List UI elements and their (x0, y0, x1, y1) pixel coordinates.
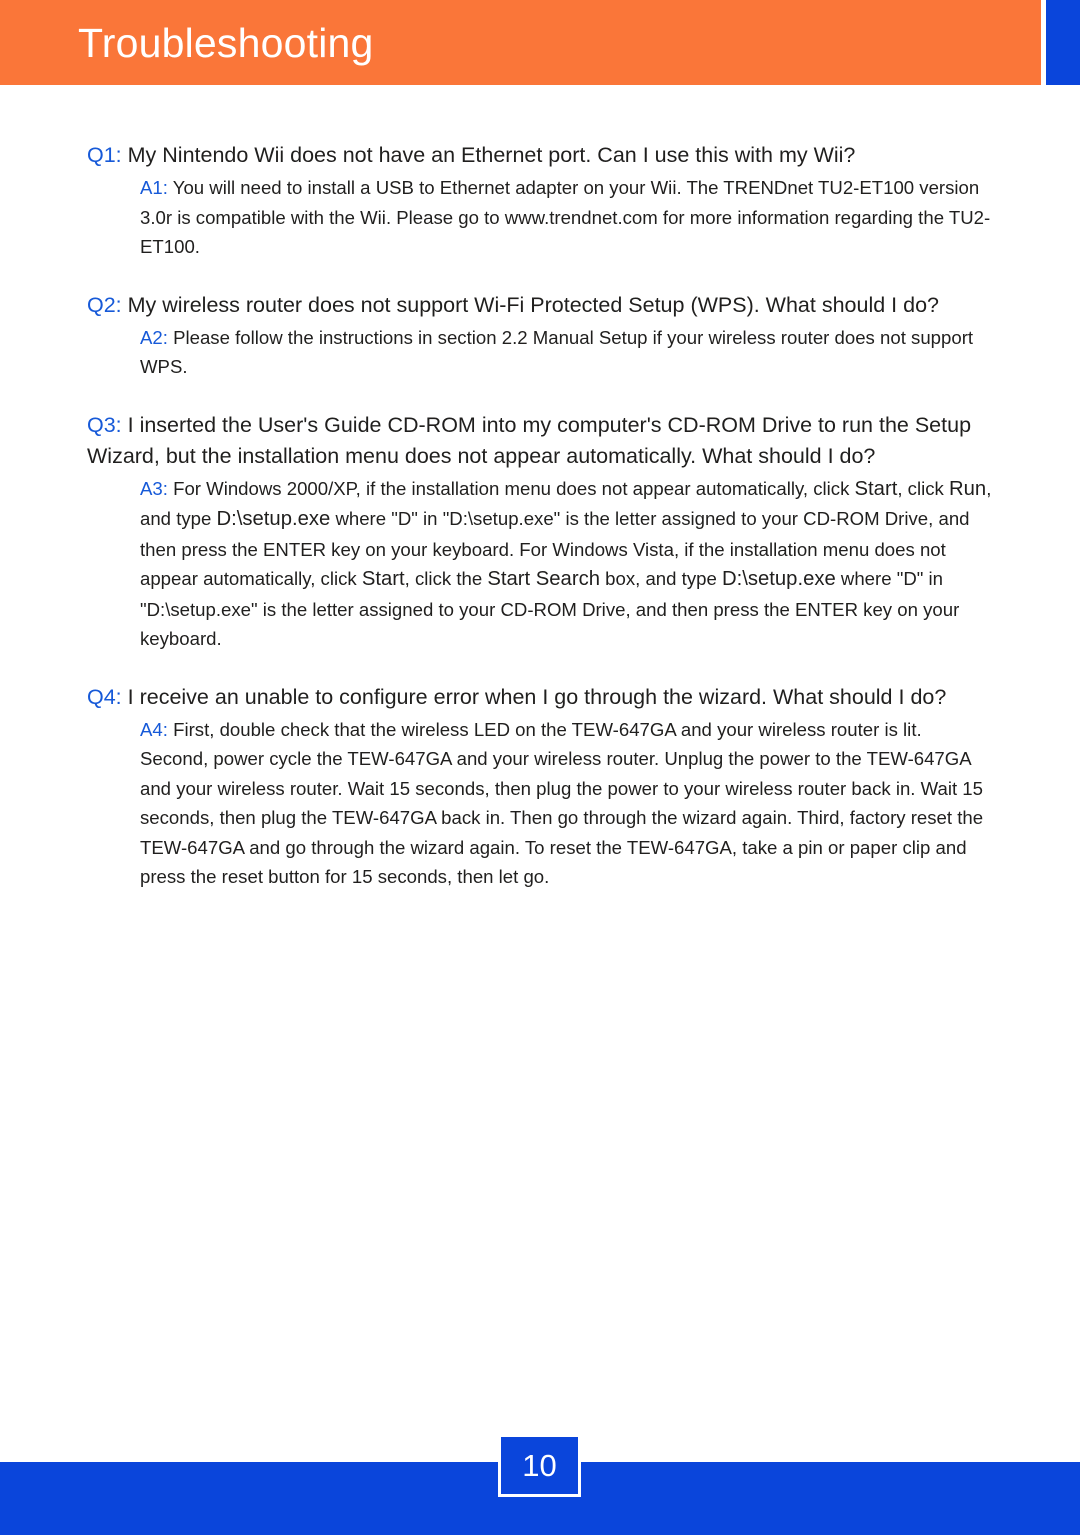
page-number-box: 10 (498, 1434, 581, 1497)
faq-question: Q3: I inserted the User's Guide CD-ROM i… (0, 410, 1080, 472)
answer-text-part: , click (897, 477, 949, 499)
ui-term-start: Start (361, 568, 405, 590)
answer-label: A4: (140, 718, 168, 740)
faq-question: Q4: I receive an unable to configure err… (0, 682, 1080, 713)
header-blue-accent-bar (1046, 0, 1080, 85)
answer-text-part: box, and type (599, 568, 722, 589)
answer-text-part: For Windows 2000/XP, if the installation… (167, 477, 855, 499)
faq-list: Q1: My Nintendo Wii does not have an Eth… (0, 140, 1080, 892)
question-label: Q1: (87, 143, 122, 167)
question-text: I inserted the User's Guide CD-ROM into … (87, 412, 972, 468)
question-label: Q4: (87, 684, 122, 709)
question-label: Q2: (87, 292, 122, 317)
faq-answer: A3: For Windows 2000/XP, if the installa… (0, 472, 1080, 654)
troubleshooting-content: Q1: My Nintendo Wii does not have an Eth… (0, 85, 1080, 892)
faq-question: Q1: My Nintendo Wii does not have an Eth… (0, 140, 1080, 171)
question-label: Q3: (87, 412, 122, 437)
faq-answer: A4: First, double check that the wireles… (0, 713, 1080, 892)
faq-answer: A1: You will need to install a USB to Et… (0, 171, 1080, 262)
page-header: Troubleshooting (0, 0, 1080, 85)
answer-text: Please follow the instructions in sectio… (140, 326, 974, 378)
faq-answer: A2: Please follow the instructions in se… (0, 321, 1080, 382)
faq-question: Q2: My wireless router does not support … (0, 290, 1080, 321)
ui-term-start: Start (854, 477, 898, 500)
page-title: Troubleshooting (78, 20, 374, 66)
faq-item: Q1: My Nintendo Wii does not have an Eth… (0, 140, 1080, 262)
answer-text-part: , click the (404, 568, 488, 589)
ui-term-start-search: Start Search (487, 568, 600, 590)
answer-text: You will need to install a USB to Ethern… (140, 177, 991, 257)
answer-label: A2: (140, 326, 168, 348)
ui-term-run: Run (949, 477, 987, 500)
page-number: 10 (522, 1448, 557, 1483)
answer-label: A1: (140, 177, 168, 198)
question-text: My wireless router does not support Wi-F… (121, 292, 939, 317)
faq-item: Q2: My wireless router does not support … (0, 290, 1080, 382)
faq-item: Q3: I inserted the User's Guide CD-ROM i… (0, 410, 1080, 654)
ui-term-setup-path: D:\setup.exe (721, 568, 836, 590)
answer-label: A3: (140, 477, 168, 499)
question-text: My Nintendo Wii does not have an Etherne… (121, 143, 856, 167)
page-footer: 10 (0, 1420, 1080, 1535)
faq-item: Q4: I receive an unable to configure err… (0, 682, 1080, 892)
question-text: I receive an unable to configure error w… (121, 684, 947, 709)
answer-text: First, double check that the wireless LE… (140, 718, 984, 888)
ui-term-setup-path: D:\setup.exe (216, 508, 331, 530)
